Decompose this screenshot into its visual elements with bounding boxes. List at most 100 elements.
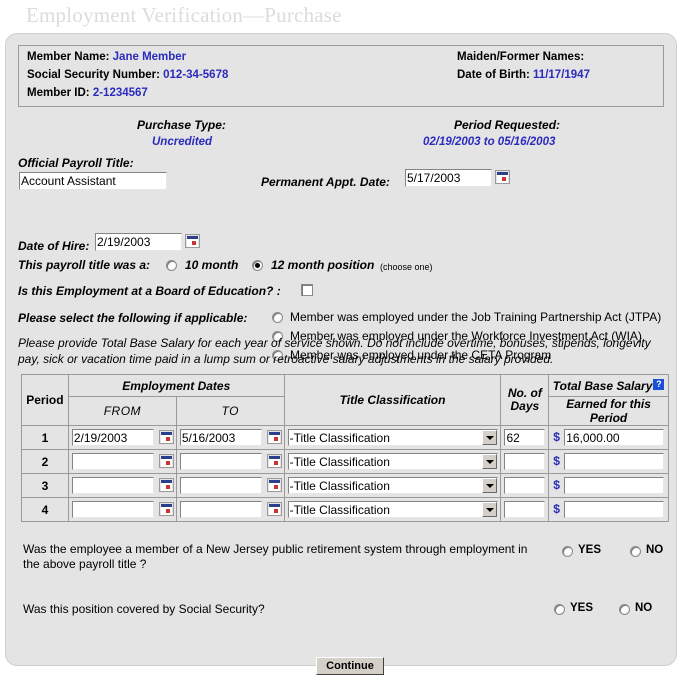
member-id-value: 2-1234567 [92, 87, 148, 99]
purchase-type-label: Purchase Type: [137, 118, 226, 132]
payroll-title-input[interactable] [19, 172, 167, 190]
maiden-names-label: Maiden/Former Names: [457, 51, 585, 63]
label-q2-yes: YES [570, 602, 594, 614]
member-id-label: Member ID: [27, 87, 90, 99]
dob-value: 11/17/1947 [533, 69, 590, 81]
row-days-cell [500, 497, 550, 522]
main-panel: Member Name: Jane Member Social Security… [5, 33, 677, 675]
row-days-input[interactable] [504, 453, 546, 470]
radio-q1-no[interactable] [630, 546, 641, 557]
employment-periods-table: Period Employment Dates Title Classifica… [21, 374, 669, 522]
row-classification-cell: -Title Classification [283, 425, 502, 450]
row-salary-input[interactable] [564, 429, 665, 446]
select-applicable-label: Please select the following if applicabl… [18, 311, 248, 325]
currency-symbol: $ [553, 454, 560, 468]
row-salary-cell: $ [548, 449, 669, 474]
title-classification-select[interactable]: -Title Classification [287, 453, 498, 470]
row-days-input[interactable] [504, 429, 546, 446]
row-to-input[interactable] [179, 477, 262, 494]
header-total-base-salary: Total Base Salary? [548, 374, 669, 397]
calendar-icon-from[interactable] [158, 478, 174, 492]
row-days-cell [500, 449, 550, 474]
chevron-down-icon[interactable] [481, 502, 497, 517]
table-row: 1 -Title Classification $ [21, 425, 669, 450]
radio-q2-no[interactable] [619, 604, 630, 615]
permanent-appt-date-input[interactable] [405, 169, 492, 187]
calendar-icon-from[interactable] [158, 454, 174, 468]
currency-symbol: $ [553, 502, 560, 516]
ssn-value: 012-34-5678 [163, 69, 229, 81]
calendar-icon-from[interactable] [158, 502, 174, 516]
calendar-icon-permanent-appt[interactable] [495, 170, 510, 184]
payroll-title-label: Official Payroll Title: [18, 156, 134, 170]
choose-one-note: (choose one) [380, 262, 433, 272]
row-salary-input[interactable] [564, 453, 665, 470]
label-q1-no: NO [646, 544, 664, 556]
row-salary-cell: $ [548, 473, 669, 498]
row-days-input[interactable] [504, 501, 546, 518]
question-social-security: Was this position covered by Social Secu… [23, 602, 265, 616]
maiden-names-row: Maiden/Former Names: [457, 51, 584, 63]
row-to-input[interactable] [179, 429, 262, 446]
member-name-value: Jane Member [112, 51, 187, 63]
header-from: FROM [67, 396, 177, 426]
calendar-icon-date-of-hire[interactable] [185, 234, 200, 248]
row-from-input[interactable] [71, 501, 154, 518]
row-days-input[interactable] [504, 477, 546, 494]
title-classification-select[interactable]: -Title Classification [287, 501, 498, 518]
row-salary-cell: $ [548, 425, 669, 450]
radio-jtpa[interactable] [272, 312, 283, 323]
row-to-cell [175, 497, 285, 522]
row-from-input[interactable] [71, 477, 154, 494]
row-period-number: 3 [21, 473, 69, 498]
row-period-number: 1 [21, 425, 69, 450]
period-requested-value: 02/19/2003 to 05/16/2003 [423, 136, 556, 148]
header-earned-note: Earned for this Period [548, 396, 669, 426]
row-from-input[interactable] [71, 429, 154, 446]
title-classification-select[interactable]: -Title Classification [287, 477, 498, 494]
calendar-icon-to[interactable] [266, 478, 282, 492]
radio-12-month[interactable] [252, 260, 263, 271]
row-to-cell [175, 473, 285, 498]
table-row: 4 -Title Classification $ [21, 497, 669, 522]
radio-q2-yes[interactable] [554, 604, 565, 615]
chevron-down-icon[interactable] [481, 454, 497, 469]
table-header-row-1: Period Employment Dates Title Classifica… [21, 374, 669, 426]
label-q1-yes: YES [578, 544, 602, 556]
row-to-cell [175, 449, 285, 474]
row-salary-input[interactable] [564, 477, 665, 494]
calendar-icon-to[interactable] [266, 502, 282, 516]
board-of-education-checkbox[interactable] [301, 284, 313, 296]
row-to-cell [175, 425, 285, 450]
radio-q1-yes[interactable] [562, 546, 573, 557]
calendar-icon-to[interactable] [266, 454, 282, 468]
label-jtpa: Member was employed under the Job Traini… [290, 310, 662, 324]
row-from-cell [67, 497, 177, 522]
chevron-down-icon[interactable] [481, 430, 497, 445]
label-q2-no: NO [635, 602, 653, 614]
row-from-input[interactable] [71, 453, 154, 470]
continue-button[interactable]: Continue [316, 657, 384, 675]
period-requested-label: Period Requested: [454, 118, 561, 132]
member-name-row: Member Name: Jane Member [27, 51, 186, 63]
row-to-input[interactable] [179, 453, 262, 470]
row-from-cell [67, 449, 177, 474]
row-to-input[interactable] [179, 501, 262, 518]
calendar-icon-from[interactable] [158, 430, 174, 444]
radio-10-month[interactable] [166, 260, 177, 271]
header-employment-dates: Employment Dates [67, 374, 285, 397]
help-icon[interactable]: ? [653, 378, 665, 390]
chevron-down-icon[interactable] [481, 478, 497, 493]
row-from-cell [67, 473, 177, 498]
purchase-type-value: Uncredited [152, 136, 213, 148]
dob-row: Date of Birth: 11/17/1947 [457, 69, 590, 81]
row-salary-input[interactable] [564, 501, 665, 518]
member-info-box: Member Name: Jane Member Social Security… [18, 45, 664, 107]
currency-symbol: $ [553, 478, 560, 492]
title-classification-select[interactable]: -Title Classification [287, 429, 498, 446]
calendar-icon-to[interactable] [266, 430, 282, 444]
header-total-base-salary-text: Total Base Salary [552, 378, 653, 393]
row-period-number: 4 [21, 497, 69, 522]
table-row: 3 -Title Classification $ [21, 473, 669, 498]
date-of-hire-input[interactable] [95, 233, 182, 251]
